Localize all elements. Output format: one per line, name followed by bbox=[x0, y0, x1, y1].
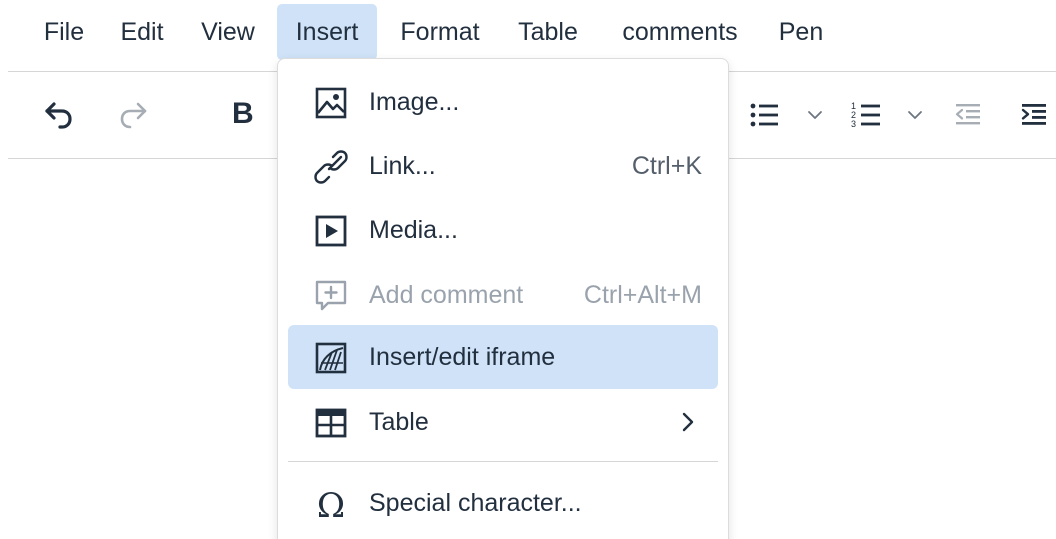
chevron-right-icon bbox=[682, 412, 694, 432]
insert-menu: Image... Link... Ctrl+K Media... Add com… bbox=[277, 58, 729, 539]
iframe-icon bbox=[315, 342, 347, 374]
menu-item-image[interactable]: Image... bbox=[288, 70, 718, 134]
chevron-down-icon bbox=[808, 111, 822, 119]
menu-item-shortcut: Ctrl+Alt+M bbox=[583, 281, 702, 309]
menu-item-label: Link... bbox=[369, 152, 436, 180]
menu-item-label: Insert/edit iframe bbox=[369, 343, 556, 371]
menu-item-shortcut: Ctrl+K bbox=[631, 152, 702, 180]
menu-pen[interactable]: Pen bbox=[774, 4, 828, 60]
menu-item-table[interactable]: Table bbox=[288, 390, 718, 454]
media-icon bbox=[315, 215, 347, 247]
menu-item-label: Image... bbox=[369, 88, 460, 116]
menu-table[interactable]: Table bbox=[512, 4, 584, 60]
add-comment-icon bbox=[315, 280, 347, 311]
outdent-button[interactable] bbox=[948, 94, 988, 136]
numbered-list-icon: 1 2 3 bbox=[851, 101, 880, 129]
menu-item-link[interactable]: Link... Ctrl+K bbox=[288, 134, 718, 198]
undo-button[interactable] bbox=[36, 94, 82, 136]
link-icon bbox=[314, 150, 348, 184]
redo-button[interactable] bbox=[110, 94, 156, 136]
svg-text:3: 3 bbox=[851, 119, 856, 129]
svg-text:Ω: Ω bbox=[317, 487, 345, 521]
menu-view[interactable]: View bbox=[196, 4, 260, 60]
indent-button[interactable] bbox=[1014, 94, 1054, 136]
menu-item-label: Special character... bbox=[369, 489, 582, 517]
menu-item-media[interactable]: Media... bbox=[288, 198, 718, 262]
undo-icon bbox=[45, 102, 72, 129]
outdent-icon bbox=[955, 104, 980, 125]
bold-button[interactable]: B bbox=[232, 94, 254, 134]
redo-icon bbox=[120, 102, 147, 129]
menu-item-add-comment: Add comment Ctrl+Alt+M bbox=[288, 263, 718, 327]
menu-item-label: Media... bbox=[369, 216, 458, 244]
table-icon bbox=[315, 408, 347, 438]
menu-file[interactable]: File bbox=[40, 4, 88, 60]
menu-item-special-character[interactable]: Ω Special character... bbox=[288, 471, 718, 535]
menu-format[interactable]: Format bbox=[393, 4, 487, 60]
numbered-list-dropdown[interactable] bbox=[902, 102, 928, 128]
menu-edit[interactable]: Edit bbox=[114, 4, 170, 60]
menu-insert[interactable]: Insert bbox=[277, 4, 377, 60]
indent-icon bbox=[1021, 104, 1046, 125]
numbered-list-button[interactable]: 1 2 3 bbox=[846, 94, 886, 136]
image-icon bbox=[315, 87, 347, 119]
menu-divider bbox=[288, 461, 718, 462]
menu-item-iframe[interactable]: Insert/edit iframe bbox=[288, 325, 718, 389]
bullet-list-icon bbox=[750, 103, 778, 127]
menu-comments[interactable]: comments bbox=[610, 4, 750, 60]
editor-window: File Edit View Insert Format Table comme… bbox=[0, 0, 1056, 539]
bullet-list-button[interactable] bbox=[744, 94, 784, 136]
chevron-down-icon bbox=[908, 111, 922, 119]
menu-item-label: Add comment bbox=[369, 281, 524, 309]
omega-icon: Ω bbox=[317, 487, 345, 521]
bullet-list-dropdown[interactable] bbox=[802, 102, 828, 128]
menu-item-label: Table bbox=[369, 408, 429, 436]
